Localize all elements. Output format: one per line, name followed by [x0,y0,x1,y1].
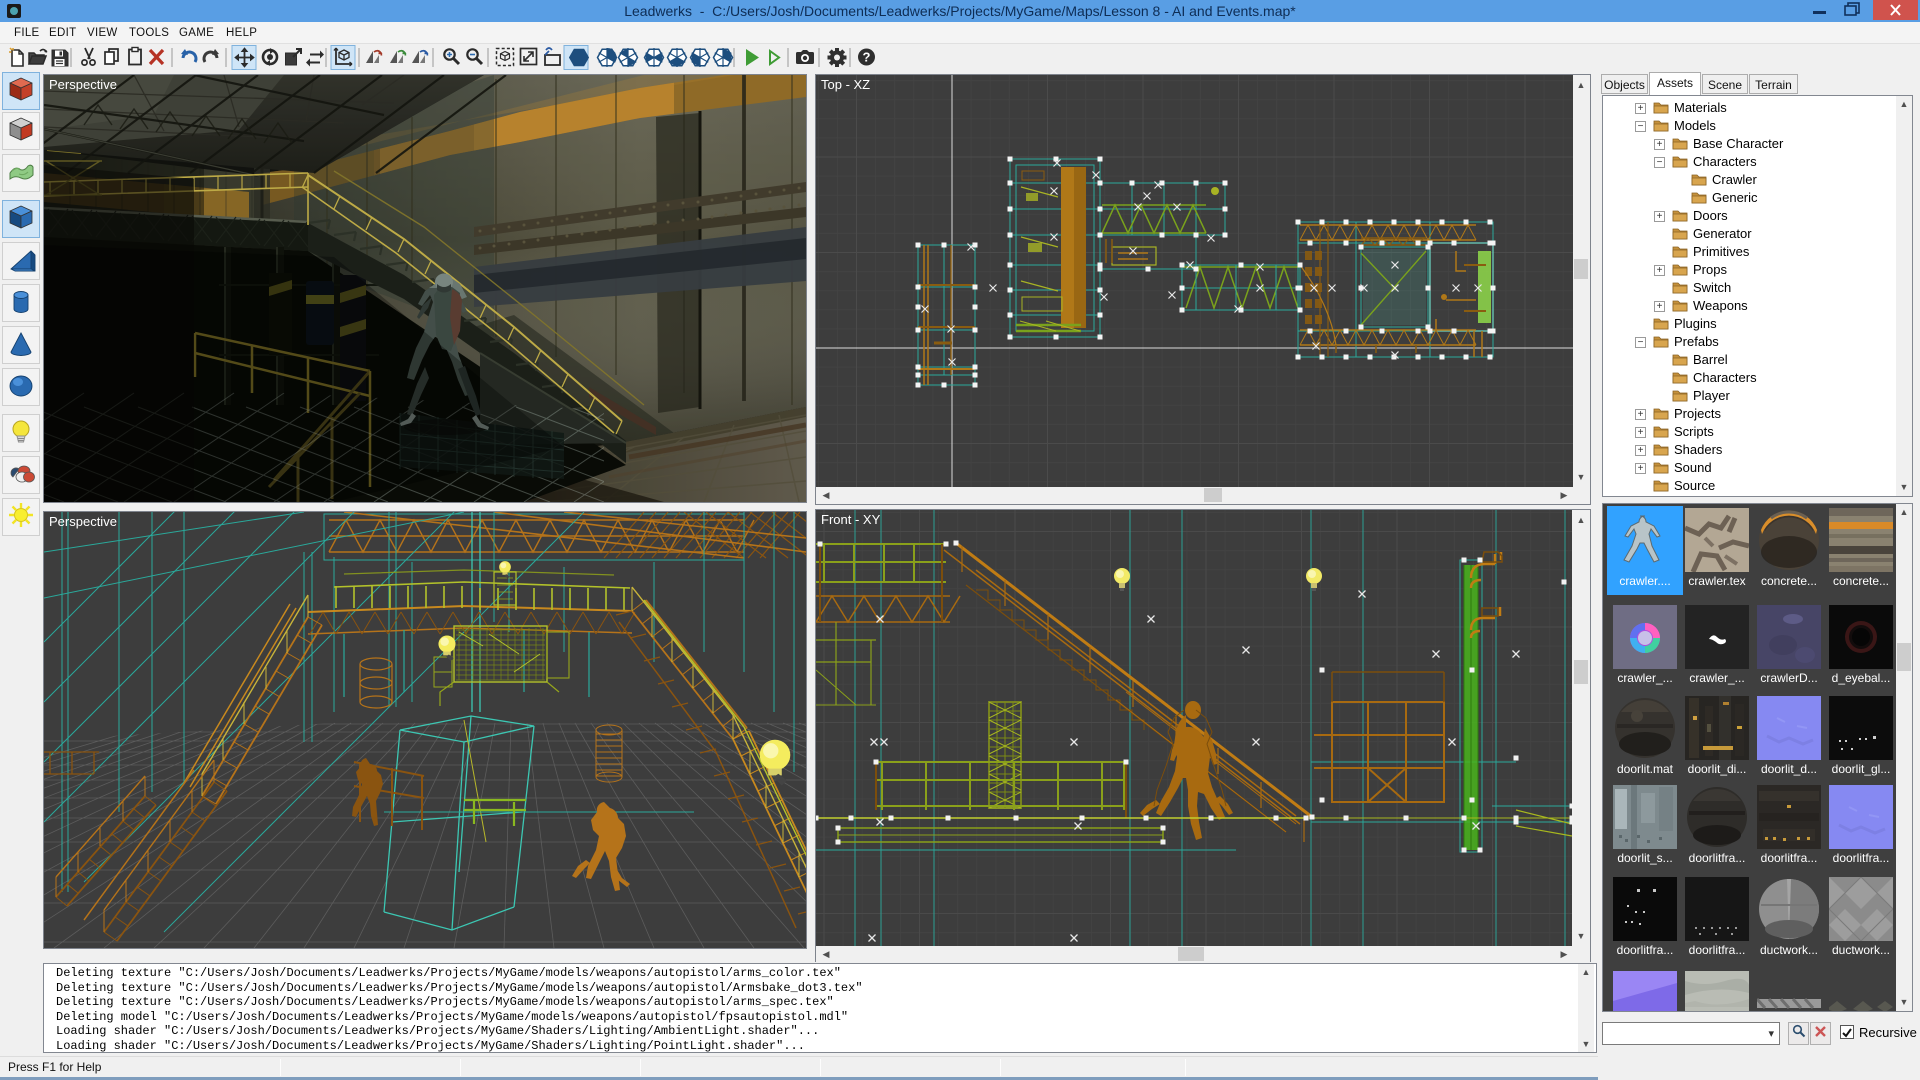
svg-text:?: ? [863,50,871,65]
